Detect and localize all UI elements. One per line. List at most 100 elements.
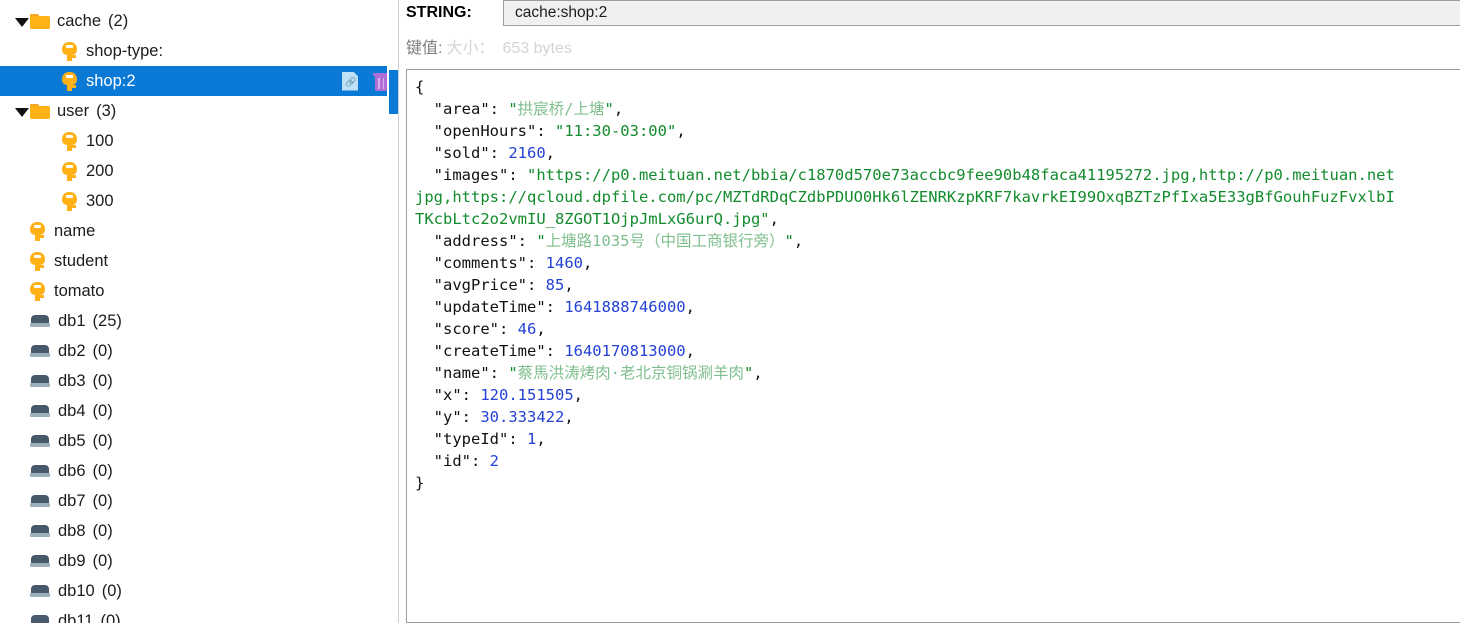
tree-item-label: cache: [57, 12, 102, 30]
tree-twisty-placeholder: [14, 493, 30, 509]
tree-vertical-scrollbar[interactable]: [387, 0, 398, 623]
code-line: "images": "https://p0.meituan.net/bbia/c…: [415, 164, 1395, 186]
value-meta-bar: 键值: 大小： 653 bytes: [406, 34, 572, 62]
db-icon: [30, 314, 50, 328]
chevron-down-icon[interactable]: [14, 103, 30, 119]
tree-item-200[interactable]: 200: [0, 156, 398, 186]
code-line: TKcbLtc2o2vmIU_8ZGOT1OjpJmLxG6urQ.jpg",: [415, 208, 1395, 230]
code-token-key: "avgPrice":: [415, 276, 546, 294]
code-token-str: ": [784, 232, 794, 250]
tree-item-db7[interactable]: db7 (0): [0, 486, 398, 516]
value-text-area[interactable]: { "area": "拱宸桥/上塘", "openHours": "11:30-…: [406, 69, 1460, 623]
code-token-key: "sold":: [415, 144, 509, 162]
tree-item-label: db1: [58, 312, 86, 330]
tree-item-100[interactable]: 100: [0, 126, 398, 156]
tree-twisty-placeholder: [46, 43, 62, 59]
tree-item-label: student: [54, 252, 109, 270]
code-token-punct: ,: [685, 342, 695, 360]
tree-item-db9[interactable]: db9 (0): [0, 546, 398, 576]
key-tooth: [40, 234, 44, 238]
key-tooth: [72, 174, 76, 178]
tree-item-label: db8: [58, 522, 86, 540]
code-token-punct: ,: [564, 408, 574, 426]
code-line: "openHours": "11:30-03:00",: [415, 120, 1395, 142]
tree-item-db5[interactable]: db5 (0): [0, 426, 398, 456]
code-line: "comments": 1460,: [415, 252, 1395, 274]
key-tooth: [72, 144, 76, 148]
key-tree-panel[interactable]: db0(1)cache(2)shop-type:shop:2user(3)100…: [0, 0, 399, 623]
folder-icon: [30, 13, 50, 29]
chevron-down-icon[interactable]: [14, 13, 30, 29]
code-token-punct: }: [415, 474, 425, 492]
tree-twisty-placeholder: [14, 613, 30, 623]
code-line: "y": 30.333422,: [415, 406, 1395, 428]
meta-size-value: 653 bytes: [502, 40, 572, 57]
tree-item-db8[interactable]: db8 (0): [0, 516, 398, 546]
key-path-field[interactable]: cache:shop:2: [503, 0, 1460, 26]
copy-key-icon[interactable]: [342, 72, 359, 91]
tree-item-count: (0): [92, 522, 113, 540]
tree-item-label: user: [57, 102, 90, 120]
code-token-num: 2: [489, 452, 499, 470]
key-icon: [62, 71, 77, 91]
tree-item-label: db6: [58, 462, 86, 480]
db-icon: [30, 464, 50, 478]
meta-key-label: 键值:: [406, 40, 443, 57]
db-icon: [30, 344, 50, 358]
tree-item-db3[interactable]: db3 (0): [0, 366, 398, 396]
tree-item-count: (0): [101, 582, 122, 600]
tree-scrollbar-thumb[interactable]: [389, 70, 398, 114]
code-token-key: "images":: [415, 166, 527, 184]
tree-item-name[interactable]: name: [0, 216, 398, 246]
tree-item-label: db4: [58, 402, 86, 420]
tree-item-count: (0): [100, 612, 121, 623]
value-viewer-panel: STRING: cache:shop:2 键值: 大小： 653 bytes { "…: [399, 0, 1460, 623]
code-token-punct: ,: [753, 364, 763, 382]
code-line: "score": 46,: [415, 318, 1395, 340]
tree-item-count: (0): [92, 492, 113, 510]
db-icon: [30, 584, 50, 598]
tree-item-db2[interactable]: db2 (0): [0, 336, 398, 366]
tree-twisty-placeholder: [14, 403, 30, 419]
tree-item-db6[interactable]: db6 (0): [0, 456, 398, 486]
tree-item-db11[interactable]: db11 (0): [0, 606, 398, 623]
tree-item-student[interactable]: student: [0, 246, 398, 276]
db-icon: [30, 554, 50, 568]
code-token-key: "updateTime":: [415, 298, 565, 316]
tree-twisty-placeholder: [46, 193, 62, 209]
tree-item-db1[interactable]: db1 (25): [0, 306, 398, 336]
code-line: "x": 120.151505,: [415, 384, 1395, 406]
redis-client-window: db0(1)cache(2)shop-type:shop:2user(3)100…: [0, 0, 1460, 623]
code-line: {: [415, 76, 1395, 98]
tree-twisty-placeholder: [14, 553, 30, 569]
tree-item-shop-2[interactable]: shop:2: [0, 66, 398, 96]
tree-item-count: (0): [92, 372, 113, 390]
tree-item-300[interactable]: 300: [0, 186, 398, 216]
db-icon: [30, 374, 50, 388]
code-line: "updateTime": 1641888746000,: [415, 296, 1395, 318]
code-line: "createTime": 1640170813000,: [415, 340, 1395, 362]
key-icon: [30, 251, 45, 271]
tree-item-label: db7: [58, 492, 86, 510]
tree-item-label: db5: [58, 432, 86, 450]
tree-item-user[interactable]: user (3): [0, 96, 398, 126]
tree-item-shop-type[interactable]: shop-type:: [0, 36, 398, 66]
key-slot: [34, 224, 41, 228]
code-token-num: 2160: [508, 144, 546, 162]
tree-item-db10[interactable]: db10 (0): [0, 576, 398, 606]
db-icon: [30, 434, 50, 448]
code-line: "avgPrice": 85,: [415, 274, 1395, 296]
tree-item-label: tomato: [54, 282, 105, 300]
code-token-punct: ,: [685, 298, 695, 316]
tree-item-cache[interactable]: cache (2): [0, 6, 398, 36]
tree-item-db4[interactable]: db4 (0): [0, 396, 398, 426]
code-token-num: 30.333422: [480, 408, 565, 426]
value-type-label: STRING:: [406, 4, 472, 21]
tree-twisty-placeholder: [14, 343, 30, 359]
code-token-punct: ,: [676, 122, 686, 140]
code-token-key: "name":: [415, 364, 509, 382]
tree-item-count: (2): [108, 12, 129, 30]
tree-item-tomato[interactable]: tomato: [0, 276, 398, 306]
tree-item-label: 200: [86, 162, 114, 180]
key-tooth: [72, 84, 76, 88]
